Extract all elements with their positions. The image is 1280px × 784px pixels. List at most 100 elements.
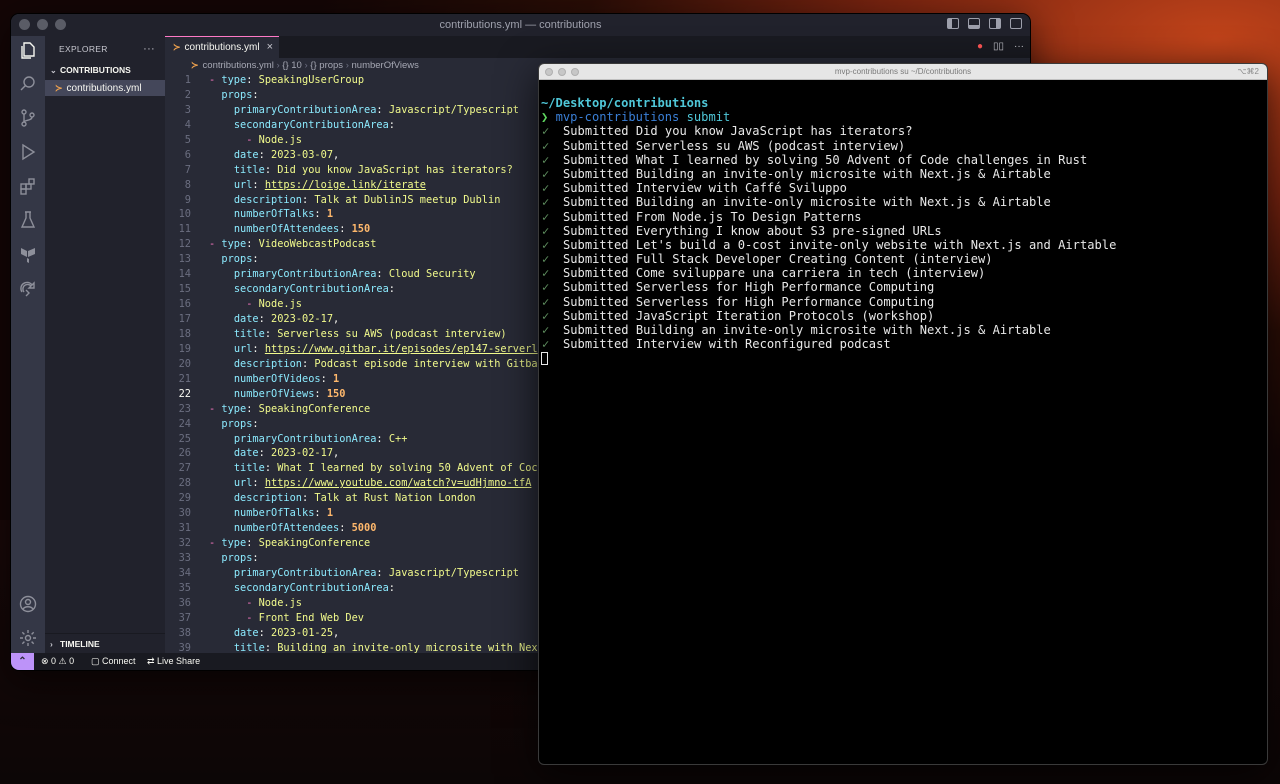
terminal-cursor-line[interactable] <box>541 351 1116 366</box>
submission-title: Come sviluppare una carriera in tech (in… <box>635 266 986 281</box>
submission-line: ✓ Submitted What I learned by solving 50 … <box>541 153 1116 167</box>
code-token: numberOfViews <box>233 387 315 400</box>
file-contributions-yml[interactable]: ≻ contributions.yml <box>45 80 165 96</box>
code-token: numberOfVideos <box>233 372 321 385</box>
line-number: 32 <box>178 537 191 550</box>
code-token: : <box>252 88 259 101</box>
code-token: props <box>221 88 253 101</box>
code-token: description <box>233 492 303 505</box>
submission-title: Let's build a 0-cost invite-only website… <box>635 237 1117 252</box>
editor-tabs: ≻ contributions.yml × ● ▯▯ ··· <box>165 36 1030 58</box>
settings-gear-icon[interactable] <box>18 628 38 648</box>
toggle-sidebar-icon[interactable] <box>947 18 959 29</box>
zoom-window-button[interactable] <box>571 68 579 76</box>
timeline-section[interactable]: › TIMELINE <box>45 633 165 653</box>
code-token: : <box>302 492 315 505</box>
code-token: : <box>252 417 259 430</box>
search-icon[interactable] <box>18 74 38 94</box>
line-number: 29 <box>178 492 191 505</box>
line-number: 37 <box>178 611 191 624</box>
checkmark-icon: ✓ <box>542 223 550 238</box>
files-icon[interactable] <box>18 40 38 60</box>
extensions-icon[interactable] <box>18 176 38 196</box>
deploy-icon[interactable] <box>18 244 38 264</box>
testing-icon[interactable] <box>18 210 38 230</box>
code-token: 1 <box>326 507 334 520</box>
source-control-icon[interactable] <box>18 108 38 128</box>
submission-title: What I learned by solving 50 Advent of C… <box>635 152 1088 167</box>
code-token: : <box>252 552 259 564</box>
code-token: https://loige.link/iterate <box>264 178 427 191</box>
line-number: 25 <box>178 432 191 445</box>
code-token: : <box>320 372 334 385</box>
code-token: Did you know JavaScript has iterators? <box>277 163 513 176</box>
window-controls[interactable] <box>19 19 66 30</box>
code-token: 1 <box>333 372 340 385</box>
code-token: numberOfAttendees <box>233 223 340 236</box>
code-token: 5000 <box>351 522 377 535</box>
submission-title: Building an invite-only microsite with N… <box>635 195 1051 210</box>
submission-title: Serverless for High Performance Computin… <box>635 294 935 309</box>
zoom-window-button[interactable] <box>55 19 66 30</box>
close-window-button[interactable] <box>19 19 30 30</box>
line-number: 22 <box>178 387 191 400</box>
code-token: : <box>258 447 272 460</box>
toggle-panel-icon[interactable] <box>968 18 980 29</box>
minimize-window-button[interactable] <box>558 68 566 76</box>
code-token: Serverless su AWS (podcast interview) <box>277 327 507 340</box>
account-icon[interactable] <box>18 594 38 614</box>
submission-line: ✓ Submitted Serverless su AWS (podcast in… <box>541 139 1116 153</box>
code-token: primaryContributionArea <box>233 268 377 281</box>
run-debug-icon[interactable] <box>18 142 38 162</box>
code-token: : <box>252 342 265 355</box>
code-token: type <box>221 238 247 251</box>
checkmark-icon: ✓ <box>542 138 550 153</box>
line-number: 18 <box>178 327 191 340</box>
remote-share-icon[interactable] <box>18 278 38 298</box>
submission-line: ✓ Submitted From Node.js To Design Patter… <box>541 210 1116 224</box>
minimize-window-button[interactable] <box>37 19 48 30</box>
yaml-file-icon: ≻ <box>55 83 63 93</box>
submission-title: Building an invite-only microsite with N… <box>635 323 1051 337</box>
split-editor-icon[interactable]: ▯▯ <box>993 41 1004 52</box>
toggle-secondary-sidebar-icon[interactable] <box>989 18 1001 29</box>
tab-contributions-yml[interactable]: ≻ contributions.yml × <box>165 36 279 58</box>
code-token: - <box>246 611 259 624</box>
code-token: type <box>221 537 247 550</box>
checkmark-icon: ✓ <box>542 294 550 309</box>
code-token: title <box>233 327 265 340</box>
terminal-cursor <box>541 352 548 366</box>
code-token: url <box>233 477 253 490</box>
submission-line: ✓ Submitted Let's build a 0-cost invite-o… <box>541 238 1116 252</box>
terminal-window-controls[interactable] <box>545 68 579 76</box>
code-token: : <box>376 432 389 445</box>
close-tab-icon[interactable]: × <box>267 37 273 58</box>
submission-title: Everything I know about S3 pre-signed UR… <box>635 223 942 238</box>
code-token: : <box>258 313 272 325</box>
code-token: - <box>209 74 222 86</box>
notification-dot-icon[interactable]: ● <box>977 41 983 52</box>
code-token: secondaryContributionArea <box>233 118 389 131</box>
customize-layout-icon[interactable] <box>1010 18 1022 29</box>
line-number: 9 <box>184 193 191 206</box>
more-actions-icon[interactable]: ··· <box>143 38 155 60</box>
code-token: - <box>246 298 259 311</box>
code-token: : <box>376 268 389 281</box>
terminal-title: mvp-contributions su ~/D/contributions <box>834 67 972 76</box>
more-editor-actions-icon[interactable]: ··· <box>1014 41 1024 52</box>
terminal-command-line: ❯ mvp-contributions submit <box>541 110 731 125</box>
connect-button[interactable]: ▢ Connect <box>91 653 136 670</box>
close-window-button[interactable] <box>545 68 553 76</box>
folder-contributions[interactable]: ⌄ CONTRIBUTIONS <box>45 61 165 79</box>
problems-indicator[interactable]: ⊗ 0 ⚠ 0 <box>41 653 74 670</box>
remote-indicator-icon[interactable]: ⌃ <box>11 653 34 670</box>
terminal-output[interactable]: ~/Desktop/contributions ❯ mvp-contributi… <box>541 96 1116 366</box>
live-share-button[interactable]: ⇄ Live Share <box>147 653 200 670</box>
code-token: : <box>314 208 327 221</box>
line-number: 20 <box>178 357 191 370</box>
